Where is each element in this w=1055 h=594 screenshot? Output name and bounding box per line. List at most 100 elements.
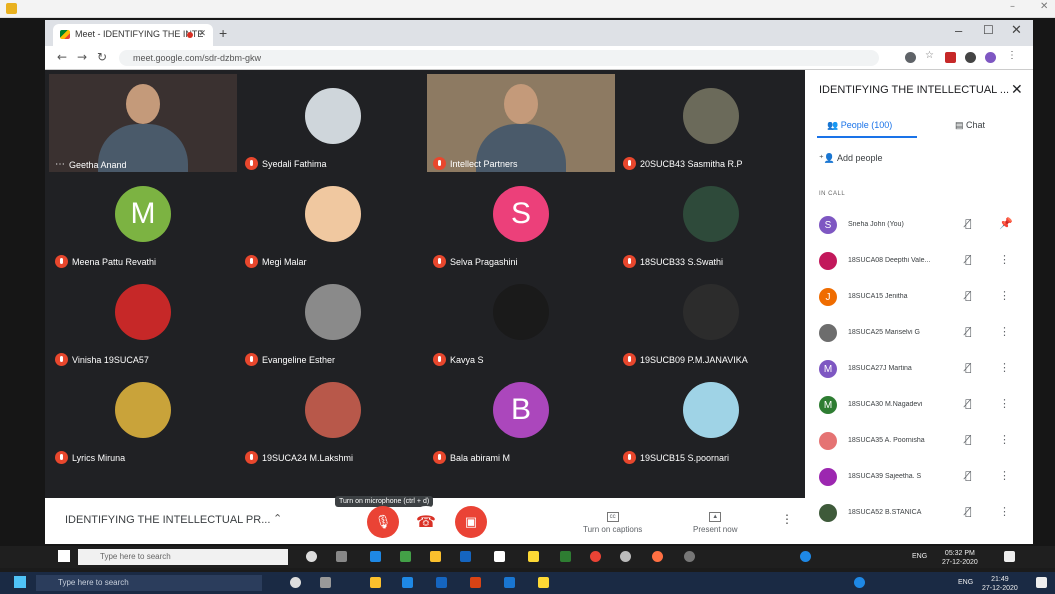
url-field[interactable]: meet.google.com/sdr-dzbm-gkw xyxy=(119,50,879,66)
participant-row[interactable]: M 18SUCA30 M.Nagadevi 🎙̸ ⋮ xyxy=(819,392,1029,422)
window-close-button[interactable]: ✕ xyxy=(1011,22,1022,38)
participant-tile[interactable]: B Bala abirami M xyxy=(427,368,615,466)
participant-tile[interactable]: 19SUCA24 M.Lakshmi xyxy=(239,368,427,466)
mic-muted-icon[interactable]: 🎙̸ xyxy=(965,433,972,446)
camera-indicator-icon[interactable] xyxy=(905,52,916,63)
forward-arrow-icon[interactable]: → xyxy=(77,50,87,64)
taskbar-app-icon[interactable] xyxy=(684,551,695,562)
notification-icon[interactable] xyxy=(1036,577,1047,588)
participant-tile[interactable]: Syedali Fathima xyxy=(239,74,427,172)
taskbar-app-icon[interactable] xyxy=(538,577,549,588)
taskbar-app-icon[interactable] xyxy=(528,551,539,562)
participant-tile[interactable]: Kavya S xyxy=(427,270,615,368)
taskbar-app-icon[interactable] xyxy=(494,551,505,562)
participant-tile[interactable]: ⋯ Geetha Anand xyxy=(49,74,237,172)
taskbar-app-icon[interactable] xyxy=(370,551,381,562)
taskbar-app-icon[interactable] xyxy=(652,551,663,562)
mic-muted-icon[interactable]: 🎙̸ xyxy=(965,469,972,482)
mail-icon[interactable] xyxy=(460,551,471,562)
mic-muted-icon[interactable]: 🎙̸ xyxy=(965,397,972,410)
star-icon[interactable]: ☆ xyxy=(925,50,936,61)
more-icon[interactable]: ⋮ xyxy=(999,469,1010,482)
participant-tile[interactable]: S Selva Pragashini xyxy=(427,172,615,270)
mic-muted-icon[interactable]: 🎙̸ xyxy=(965,253,972,266)
outer-close-button[interactable]: ✕ xyxy=(1040,1,1048,12)
participant-row[interactable]: 18SUCA35 A. Poornisha 🎙̸ ⋮ xyxy=(819,428,1029,458)
participant-row[interactable]: J 18SUCA15 Jenitha 🎙̸ ⋮ xyxy=(819,284,1029,314)
leave-call-button[interactable]: ☎ xyxy=(410,506,442,538)
chevron-up-icon[interactable]: ⌃ xyxy=(273,512,282,525)
participant-row[interactable]: S Sneha John (You) 🎙̸ 📌 xyxy=(819,212,1029,242)
mic-muted-icon[interactable]: 🎙̸ xyxy=(965,289,972,302)
meeting-title[interactable]: IDENTIFYING THE INTELLECTUAL PR... xyxy=(65,514,270,526)
more-options-icon[interactable]: ⋮ xyxy=(781,512,793,526)
inner-language[interactable]: ENG xyxy=(912,553,927,560)
captions-button[interactable]: cc Turn on captions xyxy=(583,512,642,534)
participant-tile[interactable]: Megi Malar xyxy=(239,172,427,270)
more-icon[interactable]: ⋮ xyxy=(999,289,1010,302)
more-icon[interactable]: ⋮ xyxy=(999,433,1010,446)
puzzle-icon[interactable] xyxy=(965,52,976,63)
participant-row[interactable]: 18SUCA39 Sajeetha. S 🎙̸ ⋮ xyxy=(819,464,1029,494)
notification-icon[interactable] xyxy=(1004,551,1015,562)
outer-search-box[interactable]: Type here to search xyxy=(36,575,262,591)
mic-muted-icon[interactable]: 🎙̸ xyxy=(965,505,972,518)
windows-start-icon[interactable] xyxy=(14,576,26,588)
taskbar-app-icon[interactable] xyxy=(400,551,411,562)
tray-app-icon[interactable] xyxy=(800,551,811,562)
tab-people[interactable]: 👥 People (100) xyxy=(827,120,892,131)
microphone-toggle-button[interactable]: 🎙 xyxy=(367,506,399,538)
more-icon[interactable]: ⋮ xyxy=(999,397,1010,410)
window-maximize-button[interactable]: ☐ xyxy=(983,23,994,37)
taskbar-app-icon[interactable] xyxy=(620,551,631,562)
participant-row[interactable]: M 18SUCA27J Martina 🎙̸ ⋮ xyxy=(819,356,1029,386)
add-people-button[interactable]: ⁺👤 Add people xyxy=(819,153,883,164)
word-icon[interactable] xyxy=(504,577,515,588)
close-icon[interactable]: ✕ xyxy=(1011,81,1023,98)
folder-icon[interactable] xyxy=(430,551,441,562)
powerpoint-icon[interactable] xyxy=(470,577,481,588)
participant-tile[interactable]: 18SUCB33 S.Swathi xyxy=(617,172,805,270)
participant-row[interactable]: 18SUCA25 Mariselvi G 🎙̸ ⋮ xyxy=(819,320,1029,350)
pin-icon[interactable]: 📌 xyxy=(999,217,1013,230)
mic-muted-icon[interactable]: 🎙̸ xyxy=(965,325,972,338)
task-view-icon[interactable] xyxy=(336,551,347,562)
profile-avatar[interactable] xyxy=(985,52,996,63)
taskbar-app-icon[interactable] xyxy=(402,577,413,588)
participant-tile[interactable]: 19SUCB09 P.M.JANAVIKA xyxy=(617,270,805,368)
outer-minimize-button[interactable]: – xyxy=(1010,1,1015,12)
tab-close-icon[interactable]: ✕ xyxy=(198,28,206,39)
reload-icon[interactable]: ↻ xyxy=(97,50,107,64)
folder-icon[interactable] xyxy=(370,577,381,588)
cortana-icon[interactable] xyxy=(306,551,317,562)
inner-clock[interactable]: 05:32 PM 27-12-2020 xyxy=(942,549,978,567)
cortana-icon[interactable] xyxy=(290,577,301,588)
windows-start-icon[interactable] xyxy=(58,550,70,562)
back-arrow-icon[interactable]: ← xyxy=(57,50,67,64)
new-tab-button[interactable]: + xyxy=(219,25,227,41)
more-icon[interactable]: ⋮ xyxy=(999,325,1010,338)
tab-chat[interactable]: ▤ Chat xyxy=(955,120,985,131)
participant-row[interactable]: 18SUCA52 B.STANICA 🎙̸ ⋮ xyxy=(819,500,1029,530)
taskbar-app-icon[interactable] xyxy=(560,551,571,562)
present-now-button[interactable]: ▲ Present now xyxy=(693,512,737,534)
task-view-icon[interactable] xyxy=(320,577,331,588)
tray-app-icon[interactable] xyxy=(854,577,865,588)
more-icon[interactable]: ⋮ xyxy=(999,361,1010,374)
window-minimize-button[interactable]: – xyxy=(955,23,962,38)
mic-muted-icon[interactable]: 🎙̸ xyxy=(965,361,972,374)
more-icon[interactable]: ⋮ xyxy=(999,505,1010,518)
inner-search-box[interactable]: Type here to search xyxy=(78,549,288,565)
browser-menu-icon[interactable]: ⋮ xyxy=(1007,50,1018,61)
participant-tile[interactable]: Lyrics Miruna xyxy=(49,368,237,466)
chrome-icon[interactable] xyxy=(590,551,601,562)
more-icon[interactable]: ⋮ xyxy=(999,253,1010,266)
participant-tile[interactable]: Intellect Partners xyxy=(427,74,615,172)
extension-icon[interactable] xyxy=(945,52,956,63)
camera-toggle-button[interactable]: ▣ xyxy=(455,506,487,538)
mic-muted-icon[interactable]: 🎙̸ xyxy=(965,217,972,230)
participant-tile[interactable]: Evangeline Esther xyxy=(239,270,427,368)
participant-tile[interactable]: Vinisha 19SUCA57 xyxy=(49,270,237,368)
outer-clock[interactable]: 21:49 27-12-2020 xyxy=(982,575,1018,593)
browser-tab[interactable]: Meet - IDENTIFYING THE INTE ✕ xyxy=(53,24,213,46)
